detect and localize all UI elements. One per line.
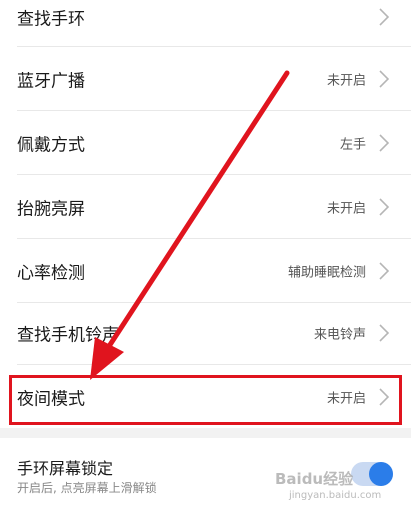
setting-subtitle: 开启后, 点亮屏幕上滑解锁 <box>17 481 157 495</box>
chevron-right-icon <box>379 388 389 406</box>
chevron-right-icon <box>379 70 389 88</box>
setting-row-raise-to-wake[interactable]: 抬腕亮屏 未开启 <box>0 176 411 238</box>
screen-lock-toggle[interactable] <box>351 462 393 486</box>
setting-row-bluetooth-broadcast[interactable]: 蓝牙广播 未开启 <box>0 48 411 110</box>
setting-value: 辅助睡眠检测 <box>287 265 366 281</box>
settings-page: 查找手环 蓝牙广播 未开启 佩戴方式 左手 抬腕亮屏 未开启 心率检测 辅助睡眠… <box>0 0 411 512</box>
setting-label: 查找手机铃声 <box>17 325 119 346</box>
divider <box>17 46 411 47</box>
chevron-right-icon <box>379 324 389 342</box>
setting-row-find-phone-ringtone[interactable]: 查找手机铃声 来电铃声 <box>0 302 411 364</box>
setting-row-screen-lock: 手环屏幕锁定 开启后, 点亮屏幕上滑解锁 <box>0 438 411 512</box>
setting-value: 未开启 <box>326 391 366 407</box>
chevron-right-icon <box>379 198 389 216</box>
setting-label: 蓝牙广播 <box>17 71 85 92</box>
chevron-right-icon <box>379 8 389 26</box>
setting-label: 手环屏幕锁定 <box>17 459 114 478</box>
divider <box>17 110 411 111</box>
setting-row-find-band[interactable]: 查找手环 <box>0 0 411 48</box>
divider <box>17 364 411 365</box>
setting-row-night-mode[interactable]: 夜间模式 未开启 <box>0 366 411 428</box>
setting-value: 未开启 <box>326 73 366 89</box>
divider <box>17 174 411 175</box>
setting-row-wear-hand[interactable]: 佩戴方式 左手 <box>0 112 411 174</box>
divider <box>17 238 411 239</box>
setting-value: 未开启 <box>326 201 366 217</box>
setting-label: 心率检测 <box>17 263 85 284</box>
setting-label: 查找手环 <box>17 9 85 30</box>
chevron-right-icon <box>379 134 389 152</box>
setting-label: 夜间模式 <box>17 389 85 410</box>
setting-label: 佩戴方式 <box>17 135 85 156</box>
setting-value: 左手 <box>339 137 366 153</box>
setting-row-heart-rate[interactable]: 心率检测 辅助睡眠检测 <box>0 240 411 302</box>
toggle-knob <box>369 462 393 486</box>
setting-label: 抬腕亮屏 <box>17 199 85 220</box>
chevron-right-icon <box>379 262 389 280</box>
section-gap <box>0 428 411 438</box>
setting-value: 来电铃声 <box>313 327 366 343</box>
